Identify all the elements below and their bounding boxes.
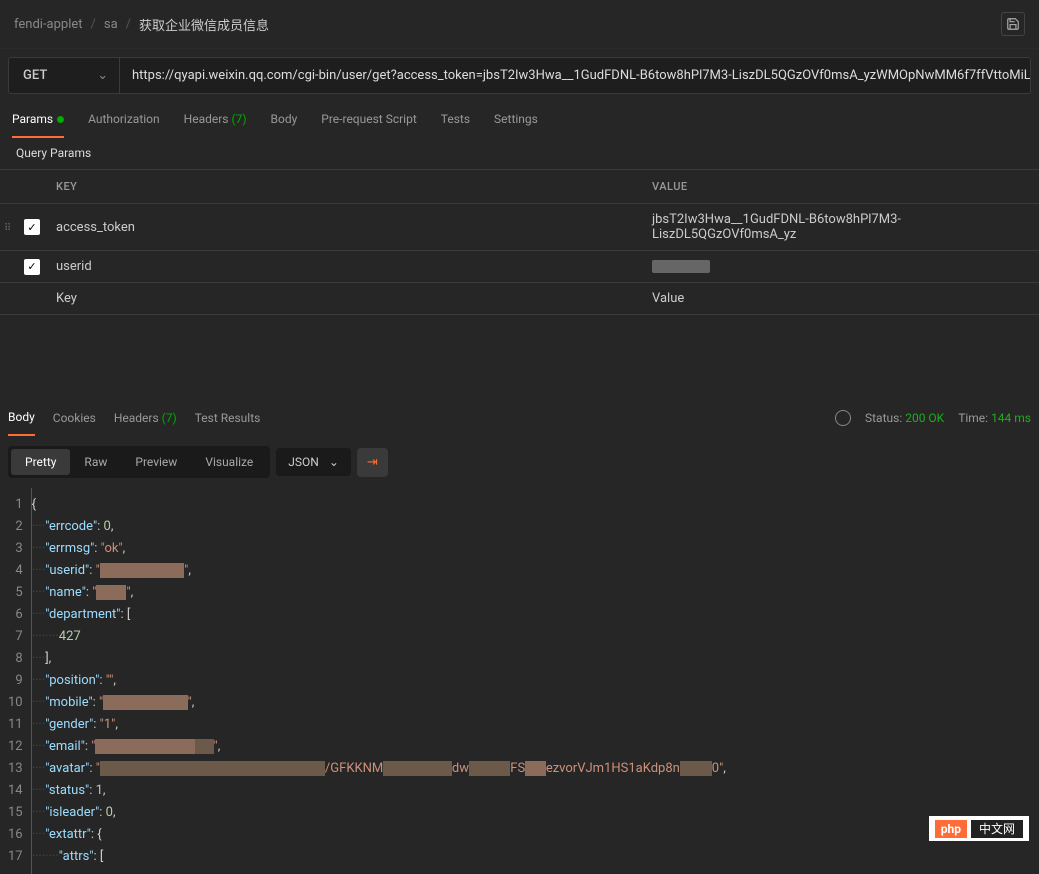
tab-body[interactable]: Body (271, 102, 298, 138)
method-label: GET (23, 68, 47, 83)
watermark-cn: 中文网 (971, 820, 1023, 838)
request-bar: GET ⌄ https://qyapi.weixin.qq.com/cgi-bi… (0, 49, 1039, 102)
table-row[interactable]: ⠿ ✓ access_token jbsT2Iw3Hwa__1GudFDNL-B… (0, 204, 1039, 251)
response-stats: Status: 200 OK Time: 144 ms (835, 410, 1031, 426)
view-controls: Pretty Raw Preview Visualize JSON⌄ ⇥ (0, 436, 1039, 488)
url-input[interactable]: https://qyapi.weixin.qq.com/cgi-bin/user… (120, 57, 1031, 94)
resp-tab-body[interactable]: Body (8, 400, 35, 436)
tab-tests[interactable]: Tests (441, 102, 470, 138)
view-pretty[interactable]: Pretty (11, 449, 70, 475)
table-header: KEY VALUE (0, 170, 1039, 204)
subtab-query-params: Query Params (16, 146, 91, 160)
sep: / (91, 17, 96, 32)
col-key: KEY (44, 170, 640, 204)
resp-tab-cookies[interactable]: Cookies (53, 401, 96, 435)
table-row-empty[interactable]: Key Value (0, 283, 1039, 315)
watermark: php中文网 (929, 816, 1029, 841)
col-value: VALUE (640, 170, 1039, 204)
view-segment: Pretty Raw Preview Visualize (8, 446, 270, 478)
subtab: Query Params (0, 138, 1039, 169)
view-preview[interactable]: Preview (121, 449, 191, 475)
response-area: Body Cookies Headers (7) Test Results St… (0, 400, 1039, 874)
line-gutter: 1234567891011121314151617 (0, 488, 32, 874)
param-key[interactable]: userid (44, 251, 640, 283)
watermark-php: php (935, 820, 967, 838)
value-placeholder[interactable]: Value (640, 283, 1039, 315)
chevron-down-icon: ⌄ (329, 455, 339, 469)
params-table: KEY VALUE ⠿ ✓ access_token jbsT2Iw3Hwa__… (0, 169, 1039, 315)
method-select[interactable]: GET ⌄ (8, 57, 120, 94)
key-placeholder[interactable]: Key (44, 283, 640, 315)
active-dot-icon (57, 116, 64, 123)
chevron-down-icon: ⌄ (97, 68, 108, 83)
status-value: 200 OK (905, 411, 944, 425)
tab-prerequest[interactable]: Pre-request Script (321, 102, 416, 138)
globe-icon[interactable] (835, 410, 851, 426)
resp-tab-test[interactable]: Test Results (195, 401, 261, 435)
request-tabs: Params Authorization Headers (7) Body Pr… (0, 102, 1039, 138)
param-key[interactable]: access_token (44, 204, 640, 251)
tab-settings[interactable]: Settings (494, 102, 538, 138)
time-value: 144 ms (991, 411, 1031, 425)
param-value[interactable]: jbsT2Iw3Hwa__1GudFDNL-B6tow8hPl7M3-LiszD… (640, 204, 1039, 251)
resp-tab-headers[interactable]: Headers (7) (114, 401, 177, 435)
row-checkbox[interactable]: ✓ (24, 219, 40, 235)
drag-handle-icon[interactable]: ⠿ (4, 223, 11, 234)
format-select[interactable]: JSON⌄ (276, 448, 351, 476)
view-visualize[interactable]: Visualize (191, 449, 267, 475)
tab-params[interactable]: Params (12, 102, 64, 138)
table-row[interactable]: ✓ userid __________ (0, 251, 1039, 283)
crumb-a[interactable]: fendi-applet (14, 17, 83, 32)
breadcrumb: fendi-applet / sa / 获取企业微信成员信息 (0, 0, 1039, 49)
response-tabs: Body Cookies Headers (7) Test Results St… (0, 400, 1039, 436)
save-button[interactable] (1001, 12, 1025, 36)
crumb-b[interactable]: sa (104, 17, 118, 32)
tab-authorization[interactable]: Authorization (88, 102, 160, 138)
view-raw[interactable]: Raw (70, 449, 121, 475)
tab-headers[interactable]: Headers (7) (184, 102, 247, 138)
sep: / (126, 17, 131, 32)
code-lines: { ····"errcode": 0, ····"errmsg": "ok", … (32, 488, 1039, 874)
wrap-button[interactable]: ⇥ (357, 448, 388, 477)
param-value[interactable]: __________ (640, 251, 1039, 283)
row-checkbox[interactable]: ✓ (24, 259, 40, 275)
save-icon (1006, 17, 1020, 31)
crumb-c: 获取企业微信成员信息 (139, 15, 269, 34)
response-body[interactable]: 1234567891011121314151617 { ····"errcode… (0, 488, 1039, 874)
